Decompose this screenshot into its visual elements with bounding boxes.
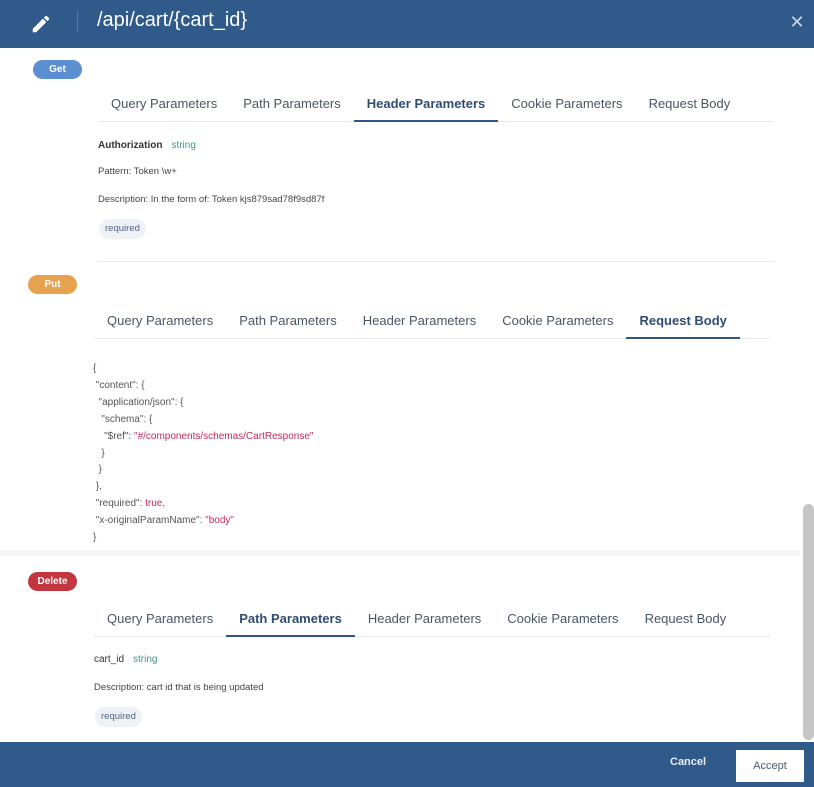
edit-endpoint-dialog: /api/cart/{cart_id} ✕ Get Query Paramete…	[0, 0, 814, 787]
json-value: "body"	[205, 515, 234, 527]
json-key: {	[93, 363, 97, 374]
required-badge: required	[95, 707, 142, 727]
request-body-json: { "content": { "application/json": { "sc…	[93, 361, 313, 547]
param-description: Description: cart id that is being updat…	[94, 682, 264, 693]
json-key: "required":	[93, 498, 146, 510]
param-type: string	[133, 654, 158, 665]
tab-cookie-parameters[interactable]: Cookie Parameters	[489, 303, 626, 338]
param-type: string	[171, 140, 196, 151]
json-key: "application/json": {	[93, 396, 184, 408]
tab-query-parameters[interactable]: Query Parameters	[94, 601, 226, 636]
required-badge: required	[99, 219, 146, 239]
tab-path-parameters[interactable]: Path Parameters	[226, 303, 350, 338]
json-line: }	[93, 462, 313, 479]
section-divider	[98, 261, 774, 262]
json-line: "content": {	[93, 378, 313, 395]
tab-request-body[interactable]: Request Body	[632, 601, 740, 636]
json-key: },	[93, 481, 102, 493]
json-line: "x-originalParamName": "body"	[93, 513, 313, 530]
tab-header-parameters[interactable]: Header Parameters	[350, 303, 489, 338]
json-key: }	[93, 532, 97, 544]
vertical-scrollbar[interactable]	[803, 504, 814, 740]
put-tabs: Query Parameters Path Parameters Header …	[94, 303, 770, 339]
param-name-text: Authorization	[98, 140, 163, 151]
tab-cookie-parameters[interactable]: Cookie Parameters	[494, 601, 631, 636]
delete-tabs: Query Parameters Path Parameters Header …	[94, 601, 770, 637]
tab-request-body[interactable]: Request Body	[636, 86, 744, 121]
method-badge-delete[interactable]: Delete	[28, 572, 77, 591]
dialog-header: /api/cart/{cart_id} ✕	[0, 0, 814, 48]
json-key: }	[93, 464, 102, 476]
tab-header-parameters[interactable]: Header Parameters	[353, 86, 499, 122]
json-key: "schema": {	[93, 413, 153, 425]
json-line: "required": true,	[93, 496, 313, 513]
json-line: }	[93, 530, 313, 547]
json-line: }	[93, 446, 313, 463]
param-name: Authorization string	[98, 140, 196, 151]
json-line: "schema": {	[93, 412, 313, 429]
dialog-content: Get Query Parameters Path Parameters Hea…	[0, 48, 814, 742]
method-badge-get[interactable]: Get	[33, 60, 82, 79]
json-line: "$ref": "#/components/schemas/CartRespon…	[93, 429, 313, 446]
json-line: "application/json": {	[93, 395, 313, 412]
close-icon[interactable]: ✕	[788, 13, 806, 31]
param-description: Description: In the form of: Token kjs87…	[98, 194, 325, 205]
json-line: {	[93, 361, 313, 378]
tab-cookie-parameters[interactable]: Cookie Parameters	[498, 86, 635, 121]
json-key: }	[93, 447, 105, 459]
accept-button[interactable]: Accept	[736, 750, 804, 782]
tab-path-parameters[interactable]: Path Parameters	[230, 86, 354, 121]
dialog-footer: Cancel Accept	[0, 742, 814, 787]
section-divider	[0, 550, 800, 556]
cancel-button[interactable]: Cancel	[670, 756, 706, 768]
tab-path-parameters[interactable]: Path Parameters	[226, 601, 355, 637]
get-tabs: Query Parameters Path Parameters Header …	[98, 86, 774, 122]
json-key: "x-originalParamName":	[93, 515, 206, 527]
json-value: "#/components/schemas/CartResponse"	[134, 430, 314, 442]
tab-query-parameters[interactable]: Query Parameters	[94, 303, 226, 338]
param-name: cart_id string	[94, 654, 157, 665]
method-badge-put[interactable]: Put	[28, 275, 77, 294]
pencil-icon	[32, 15, 50, 33]
tab-query-parameters[interactable]: Query Parameters	[98, 86, 230, 121]
tab-header-parameters[interactable]: Header Parameters	[355, 601, 494, 636]
json-key: "$ref":	[93, 430, 135, 442]
json-key: "content": {	[93, 379, 145, 391]
json-value: true,	[145, 498, 166, 510]
json-line: },	[93, 479, 313, 496]
tab-request-body[interactable]: Request Body	[626, 303, 741, 339]
dialog-title: /api/cart/{cart_id}	[97, 9, 248, 31]
param-name-text: cart_id	[94, 654, 125, 665]
param-pattern: Pattern: Token \w+	[98, 166, 177, 177]
header-divider	[77, 11, 78, 33]
